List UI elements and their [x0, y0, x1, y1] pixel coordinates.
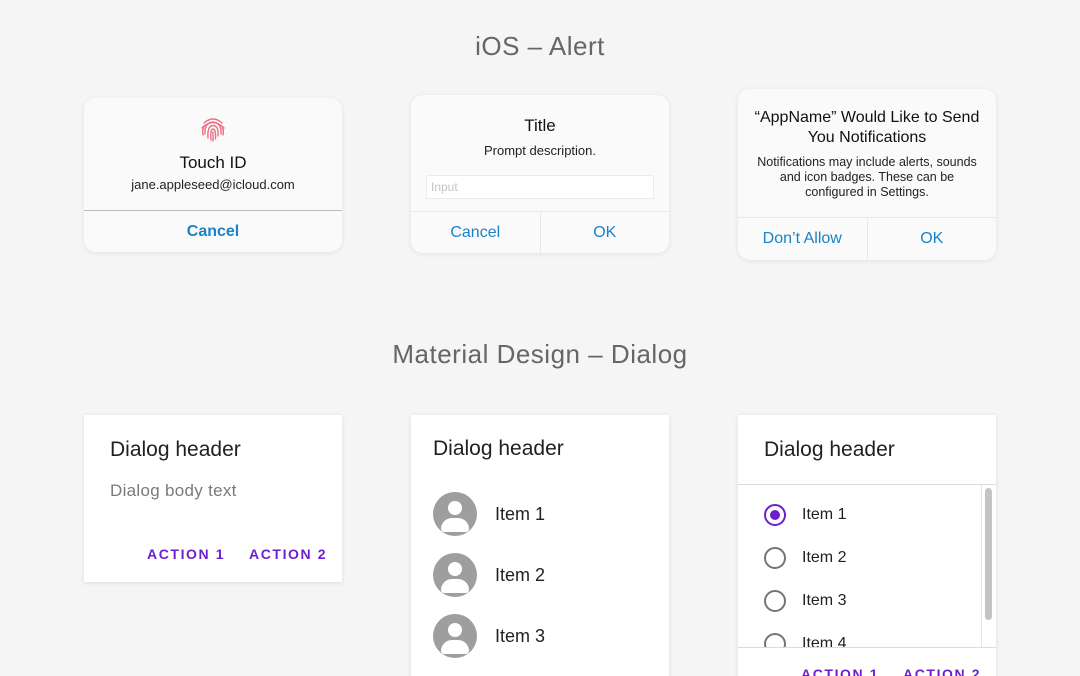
touch-id-cancel-button[interactable]: Cancel: [84, 211, 342, 252]
list-dialog-header: Dialog header: [433, 437, 564, 460]
material-section-title: Material Design – Dialog: [392, 339, 688, 369]
fingerprint-icon: [201, 118, 225, 142]
avatar-icon: [433, 553, 477, 597]
radio-option[interactable]: Item 2: [764, 546, 846, 570]
notification-button-bar: Don’t Allow OK: [738, 217, 996, 260]
radio-selected-icon[interactable]: [764, 504, 786, 526]
avatar-icon: [433, 492, 477, 536]
radio-unselected-icon[interactable]: [764, 547, 786, 569]
touch-id-alert: Touch ID jane.appleseed@icloud.com Cance…: [84, 98, 342, 252]
notification-alert: “AppName” Would Like to Send You Notific…: [738, 89, 996, 260]
radio-dialog: Dialog header Item 1 Item 2 Item 3 Item …: [738, 415, 996, 676]
radio-option[interactable]: Item 3: [764, 589, 846, 613]
radio-option[interactable]: Item 1: [764, 503, 846, 527]
list-dialog: Dialog header Item 1 Item 2 Item 3: [411, 415, 669, 676]
radio-option-label: Item 4: [802, 635, 847, 647]
scrollbar-thumb[interactable]: [985, 488, 992, 620]
list-item[interactable]: Item 1: [433, 492, 545, 536]
prompt-description: Prompt description.: [484, 143, 596, 158]
list-item-label: Item 2: [495, 564, 546, 585]
notification-ok-button[interactable]: OK: [866, 218, 997, 260]
prompt-cancel-button[interactable]: Cancel: [411, 212, 540, 253]
touch-id-email: jane.appleseed@icloud.com: [131, 177, 295, 192]
divider: [738, 647, 996, 648]
list-item-label: Item 1: [495, 503, 546, 524]
radio-action-2-button[interactable]: ACTION 2: [903, 666, 981, 676]
ios-section-title: iOS – Alert: [475, 31, 605, 61]
prompt-alert: Title Prompt description. Cancel OK: [411, 95, 669, 253]
prompt-ok-button[interactable]: OK: [539, 212, 670, 253]
simple-action-2-button[interactable]: ACTION 2: [249, 546, 327, 562]
prompt-title: Title: [524, 116, 556, 135]
notification-title: “AppName” Would Like to Send You Notific…: [754, 109, 980, 146]
simple-dialog: Dialog header Dialog body text ACTION 1 …: [84, 415, 342, 582]
radio-option-label: Item 3: [802, 592, 847, 609]
radio-action-1-button[interactable]: ACTION 1: [801, 666, 879, 676]
radio-option[interactable]: Item 4: [764, 632, 846, 647]
radio-dialog-header: Dialog header: [764, 438, 895, 461]
list-item[interactable]: Item 2: [433, 553, 545, 597]
radio-option-label: Item 1: [802, 506, 847, 523]
page: iOS – Alert Touch ID jane.appleseed@iclo…: [0, 0, 1080, 676]
simple-dialog-header: Dialog header: [110, 438, 241, 461]
avatar-icon: [433, 614, 477, 658]
touch-id-button-bar: Cancel: [84, 210, 342, 252]
radio-list[interactable]: Item 1 Item 2 Item 3 Item 4: [738, 485, 982, 647]
prompt-input[interactable]: [426, 175, 654, 199]
radio-unselected-icon[interactable]: [764, 633, 786, 647]
dont-allow-button[interactable]: Don’t Allow: [738, 218, 867, 260]
notification-message: Notifications may include alerts, sounds…: [757, 155, 977, 199]
prompt-button-bar: Cancel OK: [411, 211, 669, 253]
radio-unselected-icon[interactable]: [764, 590, 786, 612]
list-item-label: Item 3: [495, 625, 546, 646]
radio-option-label: Item 2: [802, 549, 847, 566]
touch-id-title: Touch ID: [179, 153, 247, 172]
simple-action-1-button[interactable]: ACTION 1: [147, 546, 225, 562]
simple-dialog-body: Dialog body text: [110, 481, 237, 500]
list-item[interactable]: Item 3: [433, 614, 545, 658]
